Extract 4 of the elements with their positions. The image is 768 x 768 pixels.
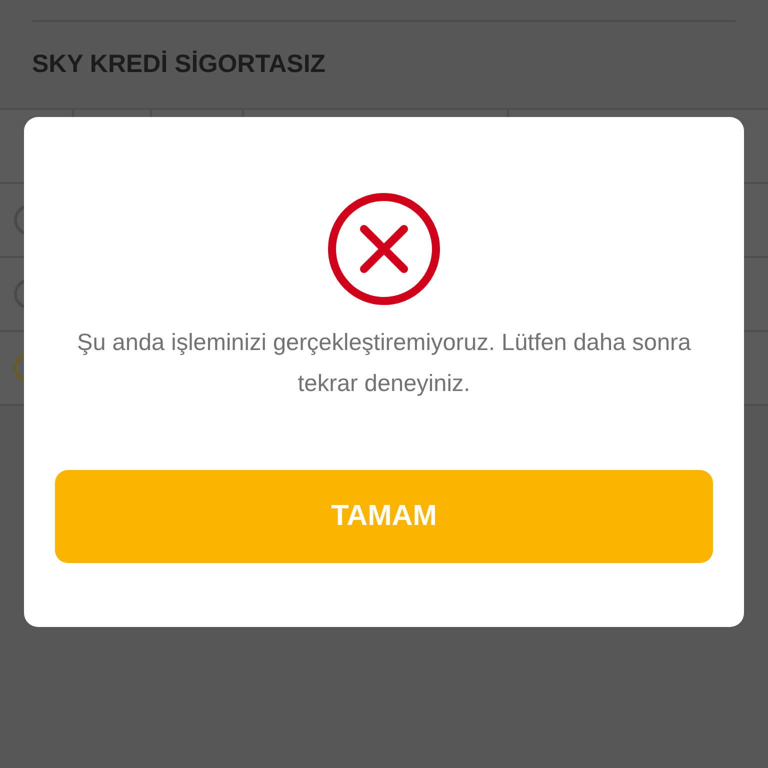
ok-button[interactable]: TAMAM bbox=[55, 470, 713, 563]
error-icon bbox=[327, 192, 441, 306]
error-message: Şu anda işleminizi gerçekleştiremiyoruz. Lütfen daha sonra tekrar deneyiniz. bbox=[76, 328, 692, 398]
section-heading: SKY KREDİ SİGORTASIZ bbox=[31, 49, 327, 80]
